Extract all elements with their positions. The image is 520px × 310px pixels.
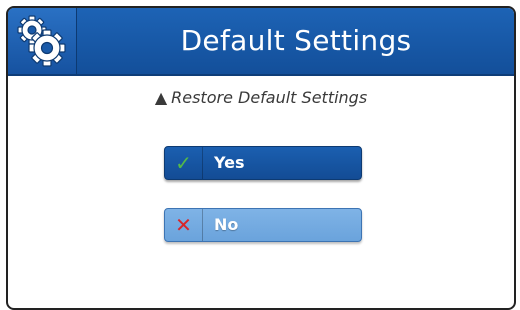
header-bar: Default Settings (8, 8, 514, 76)
yes-button-label: Yes (214, 153, 245, 172)
no-button-label: No (214, 215, 239, 234)
gears-icon (17, 15, 66, 67)
x-icon: ✕ (165, 209, 203, 241)
restore-notice-text: Restore Default Settings (171, 88, 368, 107)
settings-dialog: Default Settings ▲ Restore Default Settin… (6, 6, 516, 310)
page-title: Default Settings (180, 24, 412, 57)
warning-icon: ▲ (154, 88, 168, 107)
settings-icon-box (8, 8, 77, 74)
yes-button[interactable]: ✓ Yes (164, 146, 362, 180)
restore-notice: ▲ Restore Default Settings (8, 88, 514, 107)
checkmark-icon: ✓ (165, 147, 203, 179)
no-button[interactable]: ✕ No (164, 208, 362, 242)
